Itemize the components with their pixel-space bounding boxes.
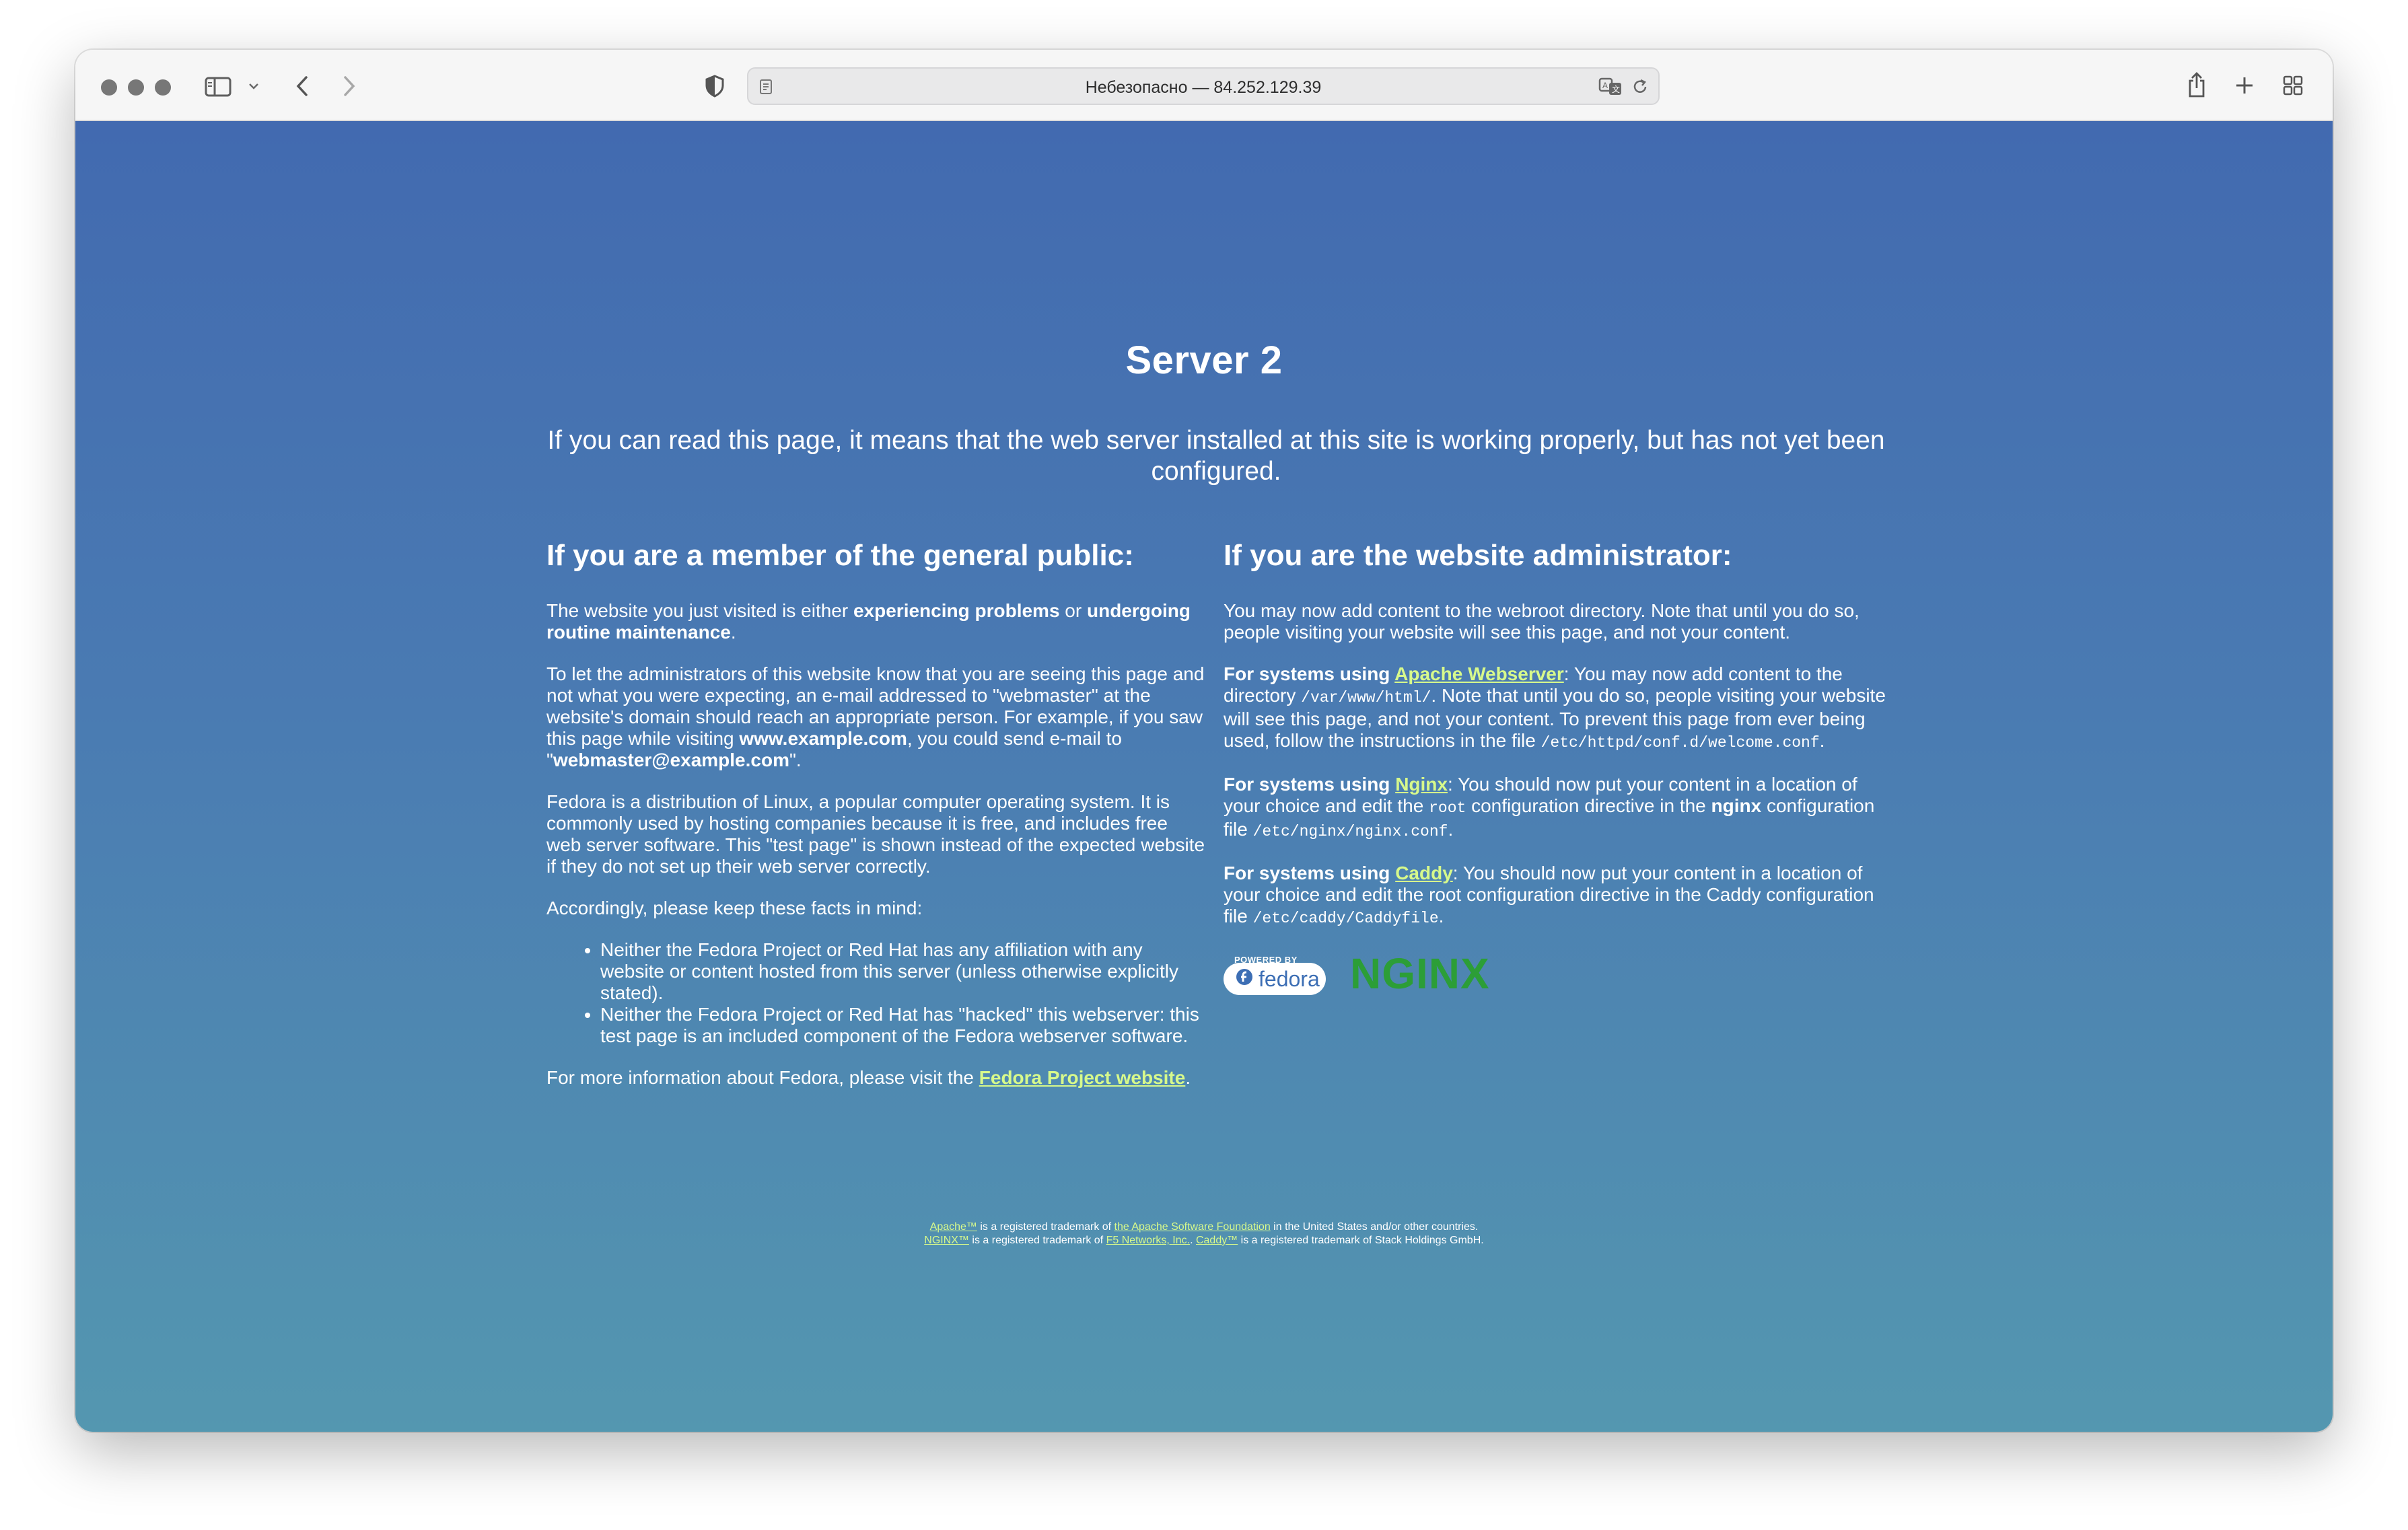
caddy-paragraph: For systems using Caddy: You should now … [1224,863,1874,927]
address-text: Небезопасно — 84.252.129.39 [1085,78,1322,97]
privacy-shield-icon[interactable] [703,74,727,98]
list-item: Neither the Fedora Project or Red Hat ha… [600,939,1207,1004]
nginx-paragraph: For systems using Nginx: You should now … [1224,774,1875,840]
nginx-link[interactable]: Nginx [1395,774,1448,795]
close-window-button[interactable] [101,79,117,96]
admin-section: If you are the website administrator: Yo… [1224,538,1897,1003]
public-paragraph-1: The website you just visited is either e… [546,600,1191,643]
powered-by-fedora-logo: POWERED BY fedora [1224,949,1326,995]
facts-list: Neither the Fedora Project or Red Hat ha… [600,939,1207,1047]
web-page-content: Server 2 If you can read this page, it m… [75,121,2333,1432]
browser-window: Небезопасно — 84.252.129.39 A文 Server 2 … [75,50,2333,1432]
apache-foundation-link[interactable]: the Apache Software Foundation [1114,1221,1271,1233]
fedora-icon [1236,968,1253,990]
logos-row: POWERED BY fedora NGINX [1224,949,1897,1003]
nginx-wordmark-graphic: NGINX [1350,949,1490,998]
fedora-pill: fedora [1224,963,1326,995]
svg-text:文: 文 [1612,84,1620,94]
sidebar-icon[interactable] [203,75,233,98]
apache-trademark-link[interactable]: Apache™ [930,1221,977,1233]
forward-icon[interactable] [339,74,359,98]
fedora-wordmark: fedora [1259,967,1320,991]
nginx-trademark-link[interactable]: NGINX™ [924,1235,969,1246]
footer-line-2: NGINX™ is a registered trademark of F5 N… [924,1235,1484,1246]
new-tab-icon[interactable] [2233,74,2256,97]
page-title: Server 2 [1125,338,1283,382]
zoom-window-button[interactable] [155,79,171,96]
fedora-project-link[interactable]: Fedora Project website [979,1067,1186,1088]
minimize-window-button[interactable] [128,79,144,96]
apache-webserver-link[interactable]: Apache Webserver [1394,663,1564,684]
public-paragraph-3: Fedora is a distribution of Linux, a pop… [546,791,1205,877]
apache-paragraph: For systems using Apache Webserver: You … [1224,663,1886,752]
back-icon[interactable] [292,74,312,98]
admin-heading: If you are the website administrator: [1224,539,1732,572]
admin-paragraph-1: You may now add content to the webroot d… [1224,600,1860,643]
share-icon[interactable] [2185,70,2209,100]
public-paragraph-4: Accordingly, please keep these facts in … [546,898,923,918]
public-paragraph-5: For more information about Fedora, pleas… [546,1067,1191,1088]
public-heading: If you are a member of the general publi… [546,539,1134,572]
public-paragraph-2: To let the administrators of this websit… [546,663,1205,770]
address-bar[interactable]: Небезопасно — 84.252.129.39 A文 [747,67,1660,105]
list-item: Neither the Fedora Project or Red Hat ha… [600,1004,1207,1047]
browser-toolbar: Небезопасно — 84.252.129.39 A文 [75,50,2333,121]
nginx-wordmark: NGINX [1350,953,1490,994]
chevron-down-icon[interactable] [246,79,261,93]
translate-icon[interactable]: A文 [1598,77,1625,97]
f5-networks-link[interactable]: F5 Networks, Inc. [1106,1235,1190,1246]
nginx-logo: NGINX [1350,949,1512,998]
footer-line-1: Apache™ is a registered trademark of the… [929,1221,1479,1233]
tab-overview-icon[interactable] [2281,74,2304,97]
caddy-link[interactable]: Caddy [1395,863,1453,883]
public-section: If you are a member of the general publi… [546,538,1207,1109]
svg-text:A: A [1602,81,1608,90]
trademark-footer: Apache™ is a registered trademark of the… [75,1221,2333,1247]
caddy-trademark-link[interactable]: Caddy™ [1196,1235,1238,1246]
page-intro: If you can read this page, it means that… [547,426,1885,486]
reload-icon[interactable] [1630,77,1650,97]
